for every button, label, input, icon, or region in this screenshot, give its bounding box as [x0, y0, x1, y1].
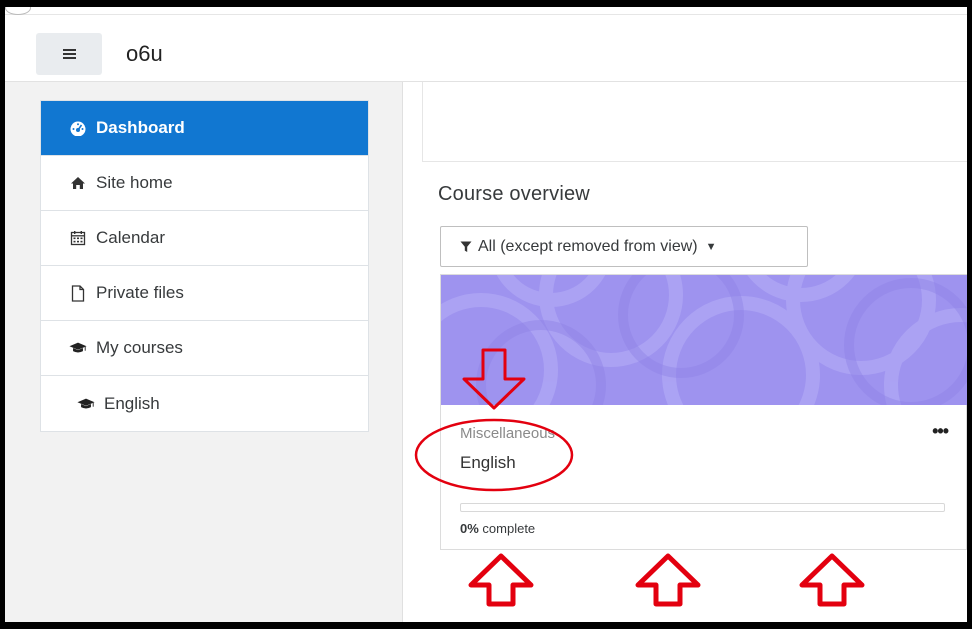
sidebar-item-label: My courses — [96, 338, 183, 357]
sidebar-item-label: Site home — [96, 173, 173, 192]
browser-strip — [5, 7, 967, 15]
top-navbar: o6u — [5, 7, 967, 82]
upper-block — [422, 82, 967, 162]
hamburger-icon — [62, 49, 76, 59]
progress-suffix: complete — [478, 521, 536, 536]
sidebar-item-site-home[interactable]: Site home — [41, 156, 368, 211]
progress-text: 0% complete — [460, 521, 535, 536]
filter-icon — [460, 241, 472, 253]
sidebar-item-dashboard[interactable]: Dashboard — [41, 101, 368, 156]
course-card-body: Miscellaneous English ••• 0% complete — [441, 405, 967, 551]
progress-value: 0% — [460, 521, 479, 536]
sidebar-item-label: Private files — [96, 283, 184, 302]
sidebar-item-my-courses[interactable]: My courses — [41, 321, 368, 376]
course-category: Miscellaneous — [460, 425, 556, 442]
site-name-link[interactable]: o6u — [126, 41, 163, 67]
nav-list: Dashboard Site home Calendar Private fil… — [40, 100, 369, 432]
graduation-cap-icon — [77, 395, 95, 413]
graduation-cap-icon — [69, 339, 87, 357]
course-image[interactable] — [441, 275, 967, 405]
sidebar-item-english[interactable]: English — [41, 376, 368, 431]
screenshot-frame: o6u Dashboard Site home Calendar Private… — [0, 0, 972, 629]
course-name-link[interactable]: English — [460, 453, 516, 473]
nav-drawer: Dashboard Site home Calendar Private fil… — [5, 82, 403, 622]
progress-bar — [460, 503, 945, 512]
sidebar-item-label: Dashboard — [96, 118, 185, 137]
caret-down-icon: ▼ — [705, 240, 717, 253]
course-overview-heading: Course overview — [438, 183, 590, 205]
course-actions-menu[interactable]: ••• — [932, 421, 949, 442]
sidebar-item-label: Calendar — [96, 228, 165, 247]
dashboard-icon — [69, 119, 87, 137]
calendar-icon — [69, 229, 87, 247]
drawer-toggle-button[interactable] — [36, 33, 102, 75]
sidebar-item-label: English — [104, 393, 160, 413]
course-card[interactable]: Miscellaneous English ••• 0% complete — [440, 274, 967, 550]
filter-label: All (except removed from view) — [478, 237, 698, 255]
sidebar-item-calendar[interactable]: Calendar — [41, 211, 368, 266]
main-region: Course overview All (except removed from… — [404, 82, 967, 622]
tab-edge — [5, 7, 31, 15]
home-icon — [69, 174, 87, 192]
grouping-filter-dropdown[interactable]: All (except removed from view) ▼ — [440, 226, 808, 267]
course-pattern — [441, 275, 967, 405]
file-icon — [69, 284, 87, 302]
sidebar-item-private-files[interactable]: Private files — [41, 266, 368, 321]
